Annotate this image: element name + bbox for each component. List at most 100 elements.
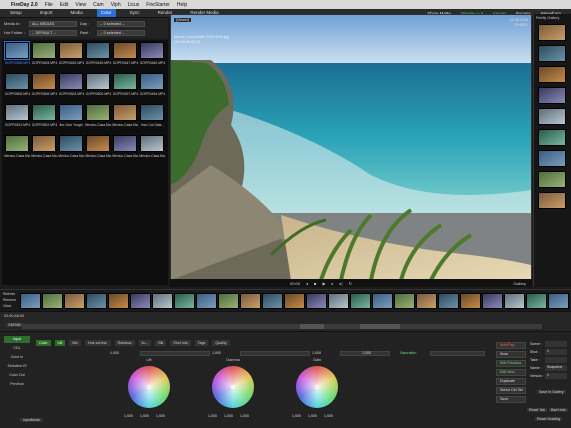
filmstrip-thumbnail[interactable] [372, 293, 393, 309]
media-thumbnail[interactable] [4, 41, 30, 60]
gain-value[interactable]: 1,000 [312, 351, 321, 355]
prev-frame-icon[interactable]: ◂ [306, 281, 308, 286]
bad-hole-button[interactable]: Bad Hole [549, 408, 568, 412]
media-thumbnail[interactable] [86, 42, 110, 59]
timeline-bar[interactable] [22, 324, 542, 329]
tab-media[interactable]: Media [67, 9, 87, 17]
reset-tab-button[interactable]: Reset Tab [527, 408, 548, 412]
saturation-value[interactable]: 1,000 [362, 351, 371, 355]
menu-licus[interactable]: Licus [128, 2, 140, 8]
filmstrip-thumbnail[interactable] [482, 293, 503, 309]
wheel-value[interactable]: 1,000 [308, 414, 317, 418]
panel-tab[interactable]: Rainbow [114, 340, 135, 346]
color-in-button[interactable]: Color In [4, 354, 30, 361]
color-out-button[interactable]: Color Out [4, 372, 30, 379]
gallery-thumbnail[interactable] [538, 108, 566, 125]
media-thumbnail[interactable] [140, 104, 164, 121]
loop-icon[interactable]: ↻ [349, 281, 352, 286]
gallery-toggle[interactable]: Gallery [513, 281, 532, 286]
media-thumbnail[interactable] [86, 135, 110, 152]
panel-tab[interactable]: Color [36, 340, 51, 346]
filmstrip-thumbnail[interactable] [130, 293, 151, 309]
action-button[interactable]: Edit Previous [496, 360, 526, 367]
menu-firestarter[interactable]: FireStarter [146, 2, 170, 8]
panel-tab[interactable]: Lift [54, 340, 66, 346]
input-button[interactable]: Input [4, 336, 30, 343]
action-button[interactable]: Duplicate [496, 378, 526, 385]
filmstrip-thumbnail[interactable] [394, 293, 415, 309]
panel-tab[interactable]: Tags [194, 340, 209, 346]
panel-tab[interactable]: Ilu... [138, 340, 152, 346]
tab-sync[interactable]: Sync [126, 9, 144, 17]
gallery-thumbnail[interactable] [538, 87, 566, 104]
media-thumbnail[interactable] [32, 104, 56, 121]
wheel-handle[interactable] [315, 385, 319, 389]
menu-cam[interactable]: Cam [93, 2, 104, 8]
saturation-slider[interactable] [430, 351, 485, 356]
media-thumbnail[interactable] [113, 42, 137, 59]
filmstrip-thumbnail[interactable] [548, 293, 569, 309]
wheel-handle[interactable] [231, 385, 235, 389]
filmstrip-thumbnail[interactable] [284, 293, 305, 309]
timeline-marker-2[interactable] [360, 324, 400, 329]
filmstrip-thumbnail[interactable] [460, 293, 481, 309]
media-thumbnail[interactable] [59, 104, 83, 121]
media-thumbnail[interactable] [86, 104, 110, 121]
refresh-button[interactable]: Refresh [3, 292, 17, 297]
wheel-value[interactable]: 1,000 [240, 414, 249, 418]
reset-grading-button[interactable]: Reset Grading [535, 417, 563, 421]
wheel-value[interactable]: 1,000 [156, 414, 165, 418]
action-button[interactable]: Scan [496, 351, 526, 358]
cdl-button[interactable]: CDL [4, 345, 30, 352]
panel-tab[interactable]: Hue correct. [84, 340, 111, 346]
color-wheel[interactable] [212, 366, 254, 408]
filmstrip-thumbnail[interactable] [64, 293, 85, 309]
filmstrip-thumbnail[interactable] [174, 293, 195, 309]
media-thumbnail[interactable] [32, 42, 56, 59]
filmstrip-thumbnail[interactable] [526, 293, 547, 309]
gamma-slider[interactable] [240, 351, 310, 356]
input-mode-button[interactable]: InputMode [20, 418, 43, 422]
gallery-thumbnail[interactable] [538, 45, 566, 62]
gallery-thumbnail[interactable] [538, 66, 566, 83]
menu-help[interactable]: Help [177, 2, 187, 8]
gallery-thumbnail[interactable] [538, 129, 566, 146]
panel-tab[interactable]: Mix [69, 340, 81, 346]
menu-view[interactable]: View [75, 2, 86, 8]
app-name[interactable]: FireDay 2.0 [11, 2, 38, 8]
media-thumbnail[interactable] [59, 73, 83, 90]
filmstrip-thumbnail[interactable] [504, 293, 525, 309]
skip-end-icon[interactable]: ▸| [340, 281, 343, 286]
media-thumbnail[interactable] [113, 104, 137, 121]
media-thumbnail[interactable] [86, 73, 110, 90]
wheel-value[interactable]: 1,000 [140, 414, 149, 418]
field-input[interactable]: 1 [545, 373, 567, 379]
media-thumbnail[interactable] [59, 135, 83, 152]
gamma-value[interactable]: 1,000 [212, 351, 221, 355]
selective-effect-button[interactable]: Selective Ef [4, 363, 30, 370]
filmstrip-thumbnail[interactable] [240, 293, 261, 309]
wheel-value[interactable]: 1,000 [224, 414, 233, 418]
filmstrip-thumbnail[interactable] [108, 293, 129, 309]
panel-tab[interactable]: Blk [155, 340, 167, 346]
action-button[interactable]: AutoPlay [496, 342, 526, 349]
panel-tab[interactable]: Shot Info [170, 340, 191, 346]
gallery-thumbnail[interactable] [538, 24, 566, 41]
panel-tab[interactable]: Quality [212, 340, 230, 346]
remove-button[interactable]: Remove [3, 298, 17, 303]
filmstrip-thumbnail[interactable] [306, 293, 327, 309]
filmstrip-thumbnail[interactable] [218, 293, 239, 309]
color-wheel[interactable] [296, 366, 338, 408]
wheel-value[interactable]: 1,000 [292, 414, 301, 418]
wheel-handle[interactable] [147, 385, 151, 389]
clear-button[interactable]: Clear [3, 304, 17, 309]
media-thumbnail[interactable] [113, 73, 137, 90]
media-thumbnail[interactable] [140, 42, 164, 59]
timeline-marker[interactable] [300, 324, 324, 329]
next-frame-icon[interactable]: ▸ [332, 281, 334, 286]
save-in-gallery-button[interactable]: Save In Gallery [537, 390, 566, 394]
media-thumbnail[interactable] [5, 73, 29, 90]
field-input[interactable]: 1 [545, 349, 567, 355]
media-in-select[interactable]: ALL MEDIAS [29, 20, 77, 27]
tab-setup[interactable]: Setup [6, 9, 26, 17]
